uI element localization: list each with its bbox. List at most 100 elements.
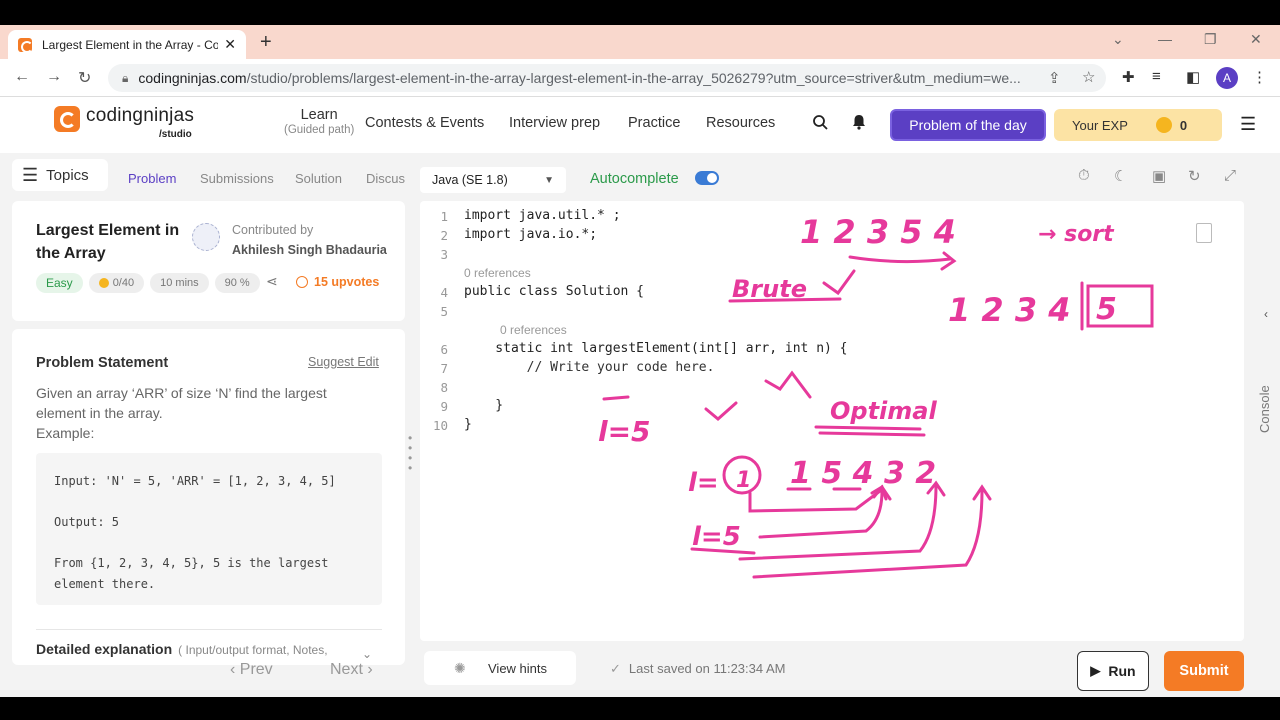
problem-of-the-day-button[interactable]: Problem of the day: [890, 109, 1046, 141]
example-label: Example:: [36, 425, 95, 441]
suggest-edit-link[interactable]: Suggest Edit: [308, 355, 379, 369]
reset-icon[interactable]: ↻: [1188, 167, 1201, 185]
code-editor[interactable]: 1 2 3 4 5 6 7 8 9 10 import java.util.* …: [420, 201, 1244, 641]
tab-bar: Largest Element in the Array - Co ✕ + ⌄ …: [0, 25, 1280, 59]
sidepanel-icon[interactable]: ◧: [1186, 68, 1200, 86]
annotation-l-equals-5b: l=5: [692, 522, 741, 552]
url-bar[interactable]: 🔒︎ codingninjas.com /studio/problems/lar…: [108, 64, 1106, 92]
problem-title: Largest Element in the Array: [36, 222, 180, 262]
prev-label: Prev: [239, 661, 273, 678]
topics-button[interactable]: ☰ Topics: [12, 159, 108, 191]
new-tab-icon[interactable]: +: [260, 31, 272, 54]
tick-mark-2: [764, 370, 812, 399]
exp-badge[interactable]: Your EXP 0: [1054, 109, 1222, 141]
save-icon[interactable]: ▣: [1152, 167, 1166, 185]
nav-practice[interactable]: Practice: [628, 115, 680, 131]
timer-icon[interactable]: ⏱: [1078, 167, 1090, 184]
handwritten-annotations: 1 2 3 5 4 → sort Brute 1 2 3 4 5 l=5 Opt…: [598, 213, 1154, 579]
menu-lines-icon: ☰: [22, 164, 39, 185]
lightbulb-icon: ✺: [454, 659, 466, 676]
problem-header-card: Largest Element in the Array Contributed…: [12, 201, 405, 321]
console-panel-tab[interactable]: ‹ Console: [1254, 201, 1280, 641]
arrow-to-sorted: [848, 255, 952, 264]
tab-submissions[interactable]: Submissions: [200, 171, 274, 186]
submit-button[interactable]: Submit: [1164, 651, 1244, 691]
divider: [36, 629, 382, 630]
close-tab-icon[interactable]: ✕: [224, 36, 236, 53]
tab-search-icon[interactable]: ⌄: [1112, 31, 1124, 48]
brute-checkmark: [822, 269, 856, 296]
exp-label: Your EXP: [1072, 117, 1128, 133]
annotation-sort: → sort: [1038, 222, 1115, 247]
tick-mark-1: [704, 401, 738, 421]
nav-learn[interactable]: Learn (Guided path): [284, 107, 354, 136]
autocomplete-toggle[interactable]: [695, 171, 719, 185]
view-hints-label: View hints: [488, 660, 548, 676]
codingninjas-logo[interactable]: codingninjas /studio: [54, 105, 195, 140]
browser-tab[interactable]: Largest Element in the Array - Co ✕: [8, 30, 246, 59]
last-saved-text: Last saved on 11:23:34 AM: [628, 661, 786, 676]
browser-window: Largest Element in the Array - Co ✕ + ⌄ …: [0, 25, 1280, 697]
lock-icon: 🔒︎: [122, 70, 129, 85]
annotation-sequence-1: 1 2 3 5 4: [800, 213, 956, 251]
prev-button[interactable]: ‹ Prev: [230, 661, 273, 679]
media-icon[interactable]: ≡: [1152, 68, 1161, 85]
exp-value: 0: [1179, 117, 1188, 133]
nav-interview-prep[interactable]: Interview prep: [509, 115, 600, 131]
close-window-icon[interactable]: ✕: [1250, 31, 1262, 48]
hamburger-menu-icon[interactable]: ☰: [1240, 114, 1256, 135]
difficulty-badge: Easy: [36, 273, 83, 293]
annotation-optimal: Optimal: [830, 397, 937, 425]
minimize-icon[interactable]: —: [1158, 31, 1172, 47]
console-label: Console: [1257, 385, 1272, 433]
statement-text: Given an array ‘ARR’ of size ‘N’ find th…: [36, 383, 366, 443]
last-saved-status: ✓ Last saved on 11:23:34 AM: [610, 661, 786, 677]
tab-problem[interactable]: Problem: [128, 171, 176, 186]
fullscreen-icon[interactable]: ⤢: [1224, 167, 1236, 184]
site-header: codingninjas /studio Learn (Guided path)…: [0, 97, 1280, 153]
description: Given an array ‘ARR’ of size ‘N’ find th…: [36, 385, 327, 421]
tab-discuss[interactable]: Discus: [366, 171, 405, 186]
run-button[interactable]: ▶ Run: [1077, 651, 1149, 691]
tab-solution[interactable]: Solution: [295, 171, 342, 186]
share-icon[interactable]: ⇪: [1048, 69, 1061, 87]
lightning-coin-icon: [1155, 117, 1172, 133]
nav-contests[interactable]: Contests & Events: [365, 115, 484, 131]
optimal-underline-1: [814, 425, 922, 431]
example-block: Input: 'N' = 5, 'ARR' = [1, 2, 3, 4, 5] …: [36, 453, 382, 605]
play-icon: ▶: [1090, 663, 1101, 678]
restore-icon[interactable]: ❐: [1204, 31, 1217, 48]
chevron-left-icon[interactable]: ‹: [1264, 307, 1268, 321]
contributor-name[interactable]: Akhilesh Singh Bhadauria: [232, 243, 387, 257]
tab-title: Largest Element in the Array - Co: [42, 37, 219, 52]
share-icon[interactable]: ⋖: [266, 273, 278, 290]
nav-resources[interactable]: Resources: [706, 115, 775, 131]
search-icon[interactable]: [812, 114, 828, 135]
more-menu-icon[interactable]: ⋮: [1252, 68, 1267, 86]
arrow-to-four: [758, 489, 884, 539]
next-button[interactable]: Next ›: [330, 661, 373, 679]
extensions-icon[interactable]: ✚: [1122, 68, 1135, 86]
reload-icon[interactable]: ↻: [78, 68, 91, 88]
bookmark-star-icon[interactable]: ☆: [1082, 68, 1095, 86]
dark-mode-icon[interactable]: ☾: [1114, 167, 1127, 185]
logo-text: codingninjas: [86, 105, 195, 126]
back-icon[interactable]: ←: [14, 68, 30, 86]
ninja-logo-icon: [54, 106, 80, 132]
language-select[interactable]: Java (SE 1.8) ▼: [420, 167, 566, 193]
notification-bell-icon[interactable]: [852, 114, 866, 135]
logo-sub: /studio: [159, 129, 192, 140]
view-hints-button[interactable]: ✺ View hints: [424, 651, 576, 685]
profile-avatar[interactable]: A: [1216, 67, 1238, 89]
annotation-sequence-2: 1 2 3 4: [948, 291, 1070, 329]
brute-underline: [728, 297, 842, 303]
panel-resize-handle-icon[interactable]: • • • •: [408, 432, 412, 474]
problem-tags: Easy 0/40 10 mins 90 %: [36, 273, 260, 293]
run-label: Run: [1108, 663, 1136, 679]
upvote-button[interactable]: 15 upvotes: [296, 275, 379, 289]
forward-icon[interactable]: →: [46, 68, 62, 86]
strike-mark: [602, 395, 630, 401]
nav-learn-sub: (Guided path): [284, 124, 355, 136]
topics-label: Topics: [46, 166, 89, 184]
language-value: Java (SE 1.8): [432, 173, 508, 187]
